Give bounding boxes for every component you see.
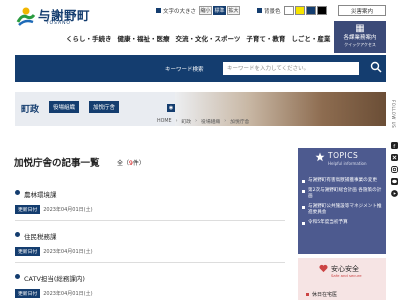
nav-item-living[interactable]: くらし・手続き — [66, 33, 112, 43]
font-size-small-button[interactable]: 縮小 — [199, 6, 213, 15]
nav-item-childcare[interactable]: 子育て・教育 — [246, 33, 285, 43]
topics-subtitle: Helpful information — [328, 161, 367, 166]
topic-text: 令和5年度当初予算 — [308, 219, 348, 225]
divider — [15, 262, 285, 263]
disaster-info-button[interactable]: 災害案内 — [338, 5, 386, 16]
site-logo[interactable]: 与謝野町 YOSANO — [16, 4, 90, 28]
category-pill-organization[interactable]: 役場組織 — [49, 101, 80, 113]
bullet-icon — [302, 180, 305, 183]
bullet-icon — [302, 189, 305, 193]
article-date: 2023年04月01日(土) — [43, 291, 93, 297]
breadcrumb-government[interactable]: 町政 — [181, 118, 191, 125]
safety-panel: 安心安全 Safe and secure 休日在宅医 — [298, 258, 386, 300]
bg-white-swatch[interactable] — [283, 6, 294, 15]
youtube-icon[interactable] — [391, 190, 398, 197]
category-title: 町政 — [21, 105, 40, 115]
facebook-icon[interactable]: f — [391, 142, 398, 149]
divider — [15, 220, 285, 221]
bullet-icon — [302, 221, 305, 225]
search-bar: キーワード検索 — [15, 55, 386, 82]
department-guide-title: 各課業務案内 — [343, 35, 377, 41]
topics-list: 与謝野町有害鳥獣捕獲事業の変更 第2次与謝野町総合計画 各施策の計画 与謝野町公… — [302, 178, 382, 229]
date-tag: 更新日付 — [15, 247, 41, 256]
safety-link[interactable]: 休日在宅医 — [306, 291, 337, 298]
breadcrumb-current: 加悦庁舎 — [230, 120, 250, 125]
article-title: 農林環境課 — [24, 191, 57, 199]
line-icon[interactable] — [391, 178, 398, 185]
font-size-label: 文字の大きさ — [163, 8, 197, 15]
article-link[interactable]: 農林環境課 — [15, 189, 285, 199]
font-size-large-button[interactable]: 拡大 — [227, 6, 241, 15]
disaster-info-label: 災害案内 — [350, 8, 373, 15]
topic-text: 与謝野町有害鳥獣捕獲事業の変更 — [308, 178, 377, 183]
list-item: 農林環境課 更新日付 2023年04月01日(土) — [15, 189, 285, 221]
follow-us-label: FOLLOW US — [391, 100, 396, 129]
rss-icon[interactable]: ◉ — [167, 104, 175, 112]
bg-yellow-swatch[interactable] — [294, 6, 305, 15]
topic-link[interactable]: 第2次与謝野町総合計画 各施策の計画 — [302, 188, 382, 201]
bullet-icon — [15, 232, 20, 237]
town-emblem-icon — [16, 7, 36, 26]
article-date: 2023年04月01日(土) — [43, 249, 93, 255]
count-prefix: 全（ — [117, 160, 130, 167]
article-link[interactable]: 住民税務課 — [15, 231, 285, 241]
bg-color-control: 背景色 — [257, 6, 328, 15]
count-suffix: 件） — [132, 160, 145, 167]
topic-link[interactable]: 与謝野町公共施設等マネジメント推進委員会 — [302, 204, 382, 217]
bullet-icon — [15, 274, 20, 279]
instagram-icon[interactable] — [391, 166, 398, 173]
article-link[interactable]: CATV担当(総務課内) — [15, 273, 285, 283]
bg-black-swatch[interactable] — [316, 6, 327, 15]
topic-text: 与謝野町公共施設等マネジメント推進委員会 — [308, 203, 382, 216]
date-tag: 更新日付 — [15, 289, 41, 298]
square-bullet-icon — [156, 8, 161, 13]
bg-navy-swatch[interactable] — [305, 6, 316, 15]
nav-item-culture[interactable]: 交流・文化・スポーツ — [176, 33, 241, 43]
safety-link-text: 休日在宅医 — [312, 292, 338, 298]
topics-header: TOPICS Helpful information — [298, 148, 386, 172]
font-size-normal-button[interactable]: 標準 — [213, 6, 227, 15]
article-date-row: 更新日付 2023年04月01日(土) — [15, 247, 285, 256]
star-icon — [315, 152, 325, 162]
article-date-row: 更新日付 2023年04月01日(土) — [15, 289, 285, 298]
logo-subtext: YOSANO — [46, 21, 71, 26]
search-button[interactable] — [365, 55, 386, 82]
breadcrumb-home[interactable]: HOME — [157, 119, 172, 124]
topic-link[interactable]: 令和5年度当初予算 — [302, 220, 382, 227]
nav-item-work[interactable]: しごと・産業 — [291, 33, 330, 43]
article-date: 2023年04月01日(土) — [43, 207, 93, 213]
font-size-control: 文字の大きさ 縮小 標準 拡大 — [156, 6, 241, 15]
list-item: CATV担当(総務課内) 更新日付 2023年04月01日(土) — [15, 273, 285, 298]
breadcrumb: HOME › 町政 › 役場組織 › 加悦庁舎 — [157, 118, 250, 125]
department-guide-button[interactable]: ▦ 各課業務案内 クイックアクセス — [334, 21, 386, 53]
article-title: CATV担当(総務課内) — [24, 275, 85, 283]
search-icon — [370, 61, 382, 73]
article-date-row: 更新日付 2023年04月01日(土) — [15, 205, 285, 214]
topics-panel: TOPICS Helpful information 与謝野町有害鳥獣捕獲事業の… — [298, 148, 386, 254]
article-count: 全（9件） — [117, 158, 145, 167]
bg-color-label: 背景色 — [264, 8, 281, 15]
list-item: 住民税務課 更新日付 2023年04月01日(土) — [15, 231, 285, 263]
x-icon[interactable] — [391, 154, 398, 161]
square-bullet-icon — [257, 8, 262, 13]
bullet-icon — [306, 293, 309, 296]
topic-text: 第2次与謝野町総合計画 各施策の計画 — [308, 187, 382, 200]
safety-subtitle: Safe and secure — [331, 273, 362, 278]
page-title: 加悦庁舎の記事一覧 — [14, 158, 100, 169]
nav-item-health[interactable]: 健康・福祉・医療 — [118, 33, 170, 43]
search-input[interactable] — [223, 62, 359, 75]
article-title: 住民税務課 — [24, 233, 57, 241]
bullet-icon — [302, 205, 305, 209]
category-pill-kaya-office[interactable]: 加悦庁舎 — [89, 101, 120, 113]
bullet-icon — [15, 190, 20, 195]
heart-icon — [319, 264, 328, 273]
department-guide-subtitle: クイックアクセス — [344, 42, 376, 47]
search-label: キーワード検索 — [165, 67, 204, 73]
building-icon: ▦ — [355, 23, 365, 34]
topic-link[interactable]: 与謝野町有害鳥獣捕獲事業の変更 — [302, 178, 382, 185]
global-nav: くらし・手続き 健康・福祉・医療 交流・文化・スポーツ 子育て・教育 しごと・産… — [66, 33, 355, 43]
topics-title: TOPICS — [328, 151, 359, 160]
breadcrumb-organization[interactable]: 役場組織 — [201, 118, 220, 125]
date-tag: 更新日付 — [15, 205, 41, 214]
